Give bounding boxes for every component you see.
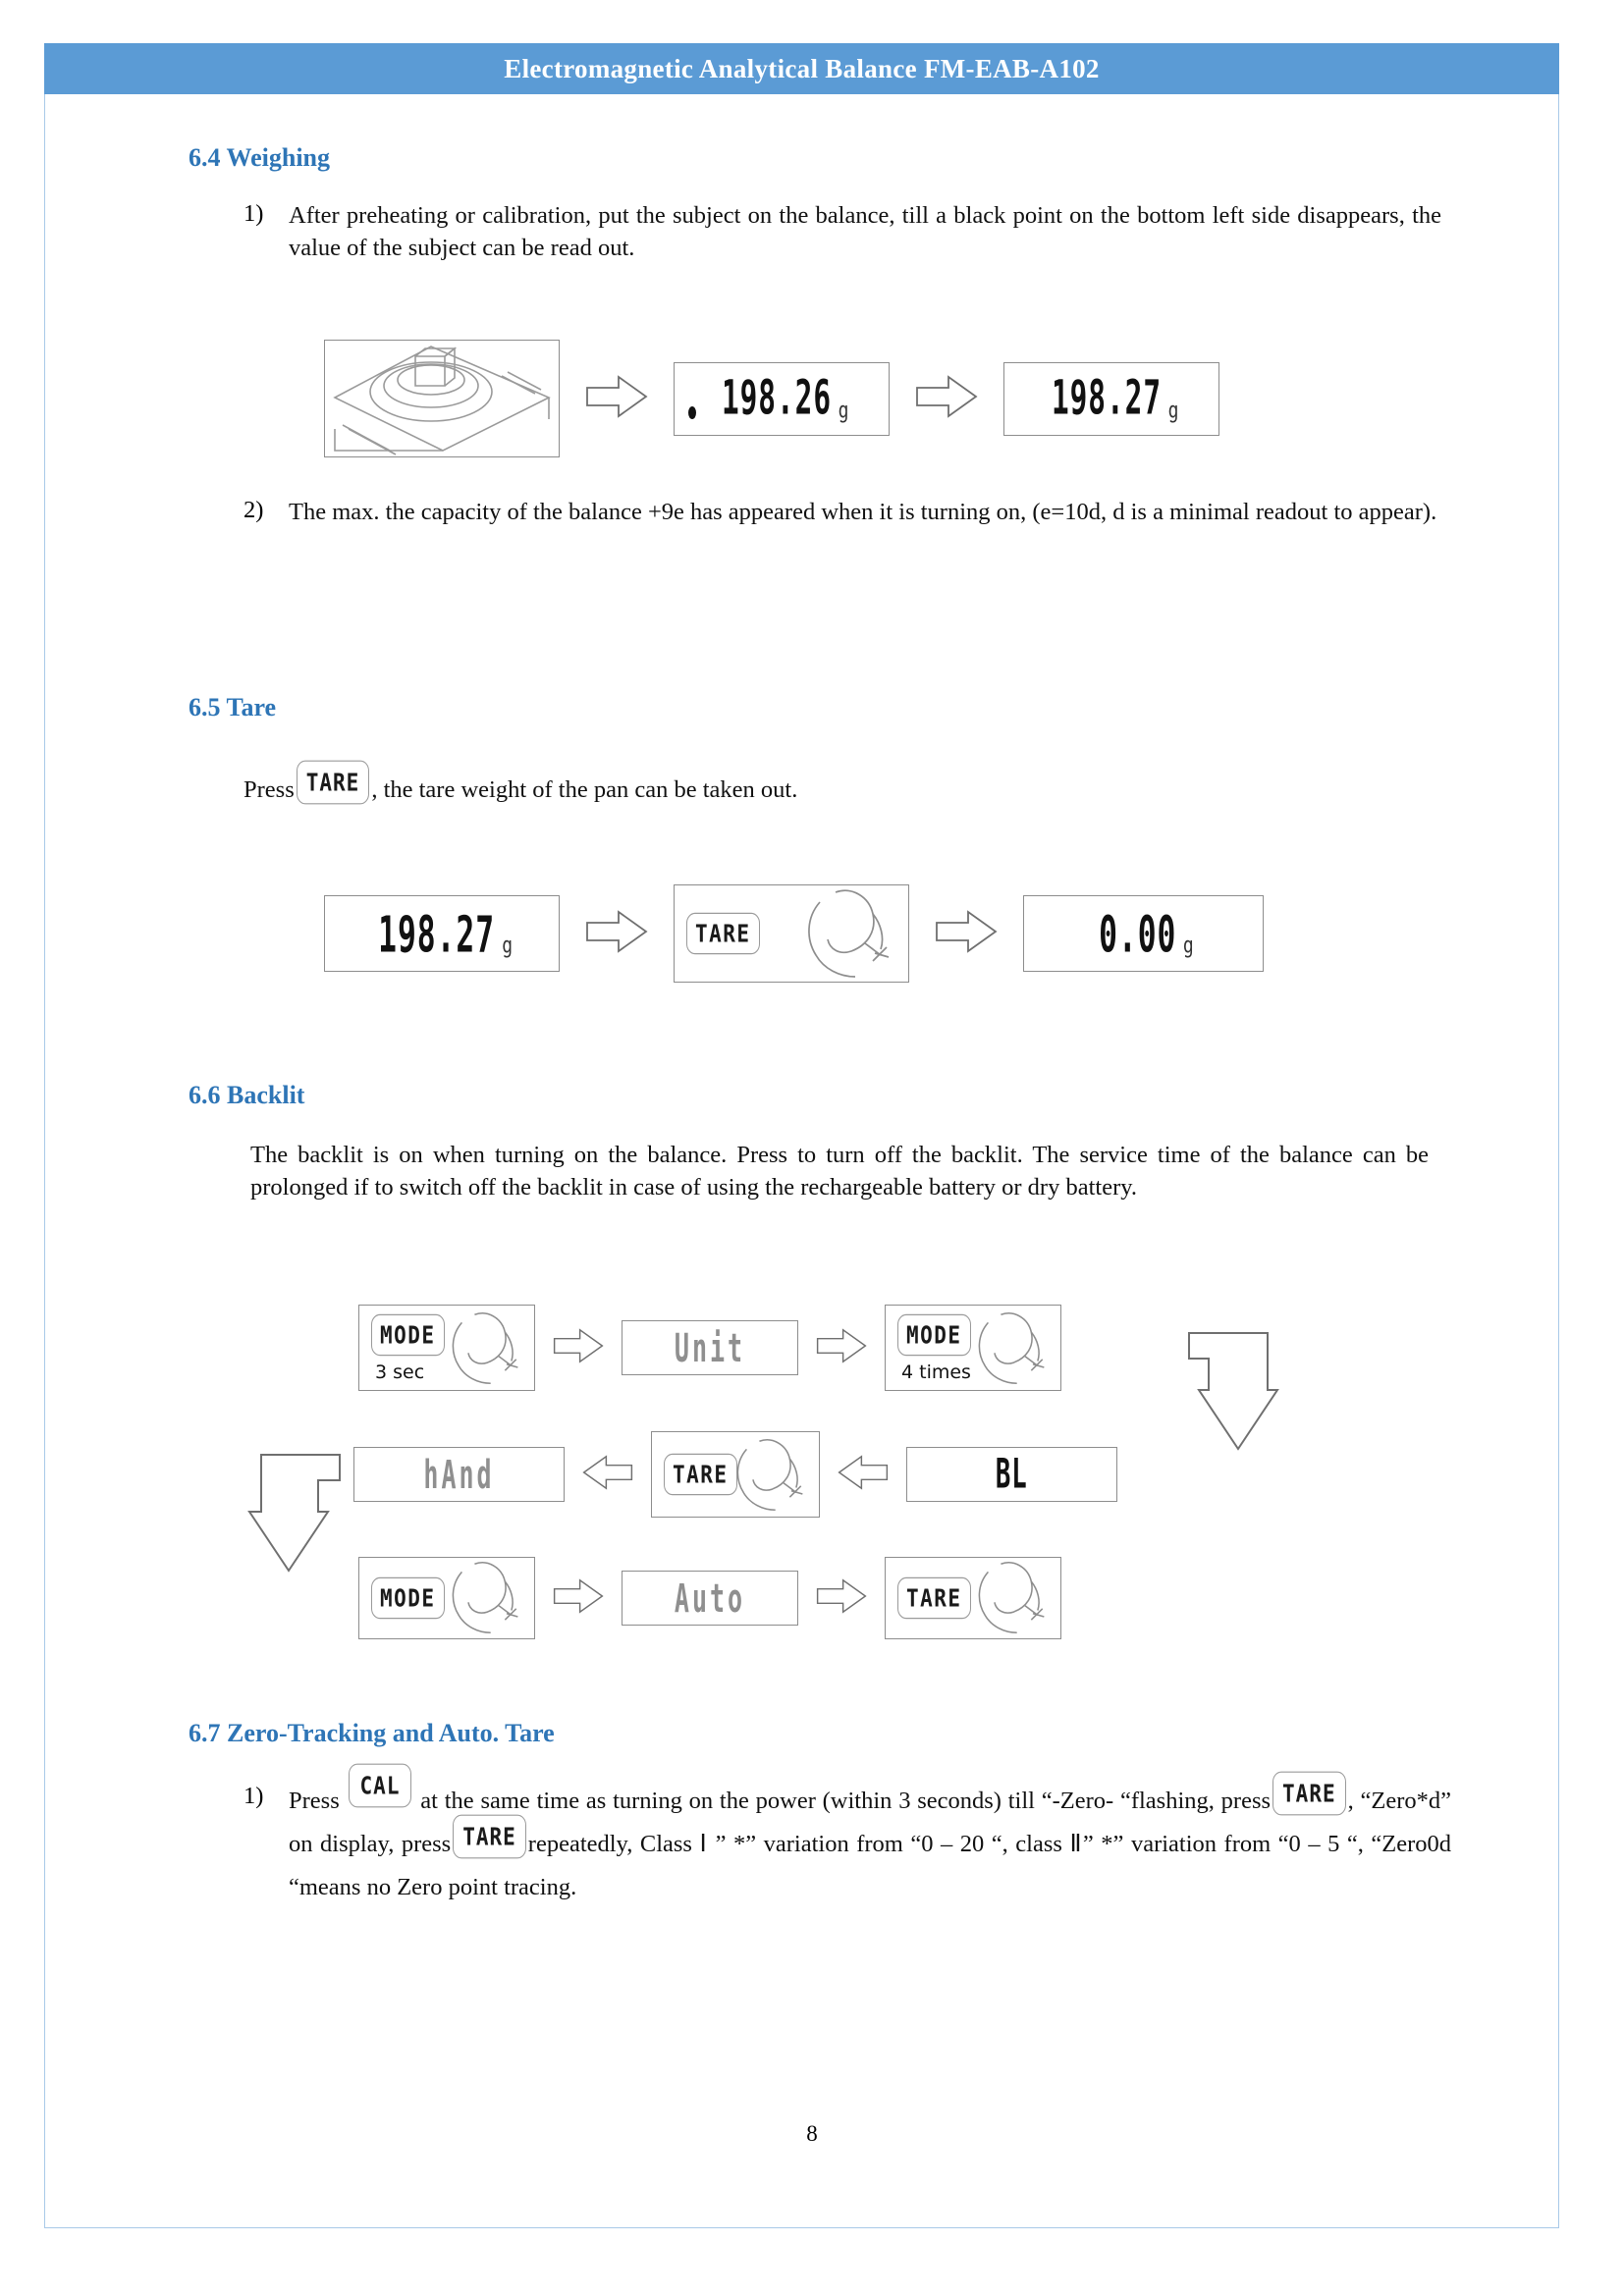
mode-press-panel: MODE: [358, 1557, 535, 1639]
lcd-menu-text: Auto: [674, 1575, 746, 1622]
balance-illustration: [324, 340, 560, 457]
tare-text-before: Press: [244, 776, 295, 803]
arrow-right-icon: [816, 1577, 867, 1620]
section-heading-tare: 6.5 Tare: [189, 693, 277, 721]
list-item-text: After preheating or calibration, put the…: [289, 202, 1441, 261]
tare-press-panel: TARE: [674, 884, 909, 983]
page-number: 8: [806, 2121, 818, 2146]
tare-instruction: Press TARE, the tare weight of the pan ca…: [244, 760, 1422, 815]
section-heading-backlit: 6.6 Backlit: [189, 1081, 305, 1109]
lcd-display: 198.27 g: [324, 895, 560, 972]
lcd-display: 198.27 g: [1003, 361, 1219, 436]
tare-key-button[interactable]: TARE: [686, 912, 760, 955]
mode-duration-label: 3 sec: [375, 1362, 425, 1383]
lcd-display: 0.00 g: [1023, 895, 1264, 972]
finger-press-icon: [964, 1305, 1058, 1392]
tare-figure: 198.27 g TARE 0.00 g: [324, 884, 1264, 983]
tare-key-button[interactable]: TARE: [296, 760, 370, 805]
backlit-figure-row-3: MODE Auto TARE: [358, 1557, 1061, 1639]
lcd-display-bl: BL: [906, 1447, 1117, 1502]
list-item-number: 1): [244, 1783, 264, 1809]
mode-press-panel: MODE 3 sec: [358, 1305, 535, 1391]
zt-text-1: Press: [289, 1788, 340, 1814]
list-item-number: 1): [244, 200, 264, 227]
lcd-menu-text: hAnd: [423, 1451, 495, 1498]
elbow-arrow-down-right-icon: [1185, 1329, 1279, 1462]
lcd-value: BL: [996, 1450, 1028, 1499]
lcd-unit: g: [502, 932, 514, 959]
mode-repeat-label: 4 times: [901, 1362, 971, 1383]
arrow-right-icon: [585, 374, 648, 424]
elbow-arrow-down-left-icon: [245, 1451, 344, 1583]
lcd-value: 198.27: [378, 903, 496, 964]
balance-drawing-svg: [333, 346, 551, 455]
lcd-unit: g: [1167, 397, 1179, 424]
lcd-display-menu: Auto: [622, 1571, 798, 1626]
arrow-right-icon: [816, 1327, 867, 1369]
tare-press-panel: TARE: [885, 1557, 1061, 1639]
lcd-display: 198.26 g: [674, 361, 890, 436]
list-item: 1) After preheating or calibration, put …: [244, 200, 1441, 264]
arrow-right-icon: [553, 1577, 604, 1620]
arrow-right-icon: [915, 374, 978, 424]
lcd-display-menu: hAnd: [353, 1447, 565, 1502]
zt-text-2: at the same time as turning on the power…: [420, 1788, 1272, 1814]
lcd-display-menu: Unit: [622, 1320, 798, 1375]
lcd-menu-text: Unit: [674, 1324, 746, 1371]
finger-press-icon: [790, 882, 906, 984]
list-item: 2) The max. the capacity of the balance …: [244, 497, 1441, 529]
page-title: Electromagnetic Analytical Balance FM-EA…: [504, 53, 1100, 83]
lcd-unit: g: [1182, 932, 1194, 959]
mode-key-button[interactable]: MODE: [371, 1313, 445, 1357]
lcd-value: 198.27: [1051, 371, 1162, 426]
arrow-right-icon: [935, 909, 998, 959]
backlit-figure-row-1: MODE 3 sec Unit MODE 4 times: [358, 1305, 1061, 1391]
finger-press-icon: [438, 1305, 532, 1392]
list-item-number: 2): [244, 497, 264, 523]
backlit-figure-row-2: hAnd TARE BL: [353, 1431, 1117, 1518]
finger-press-icon: [723, 1431, 817, 1519]
tare-press-panel: TARE: [651, 1431, 820, 1518]
mode-press-panel: MODE 4 times: [885, 1305, 1061, 1391]
stability-dot-icon: [688, 405, 696, 419]
weighing-figure: 198.26 g 198.27 g: [324, 340, 1219, 457]
tare-key-button[interactable]: TARE: [897, 1576, 971, 1620]
section-heading-zero-tracking: 6.7 Zero-Tracking and Auto. Tare: [189, 1719, 555, 1747]
cal-key-button[interactable]: CAL: [348, 1763, 412, 1808]
mode-key-button[interactable]: MODE: [371, 1576, 445, 1620]
tare-key-button[interactable]: TARE: [453, 1814, 526, 1859]
lcd-value: 198.26: [721, 371, 832, 426]
arrow-left-icon: [582, 1454, 633, 1496]
list-item-text: The max. the capacity of the balance +9e…: [289, 499, 1437, 525]
tare-text-after: , the tare weight of the pan can be take…: [371, 776, 798, 803]
arrow-right-icon: [553, 1327, 604, 1369]
zero-tracking-text: Press CAL at the same time as turning on…: [289, 1763, 1451, 1906]
list-item: 1) Press CAL at the same time as turning…: [244, 1763, 1451, 1906]
lcd-value: 0.00: [1099, 903, 1177, 964]
arrow-left-icon: [838, 1454, 889, 1496]
finger-press-icon: [964, 1555, 1058, 1640]
mode-key-button[interactable]: MODE: [897, 1313, 971, 1357]
backlit-paragraph: The backlit is on when turning on the ba…: [250, 1142, 1429, 1201]
lcd-unit: g: [838, 397, 849, 424]
header-banner: Electromagnetic Analytical Balance FM-EA…: [44, 43, 1559, 94]
arrow-right-icon: [585, 909, 648, 959]
tare-key-button[interactable]: TARE: [1272, 1771, 1346, 1816]
section-heading-weighing: 6.4 Weighing: [189, 143, 331, 172]
finger-press-icon: [438, 1555, 532, 1640]
